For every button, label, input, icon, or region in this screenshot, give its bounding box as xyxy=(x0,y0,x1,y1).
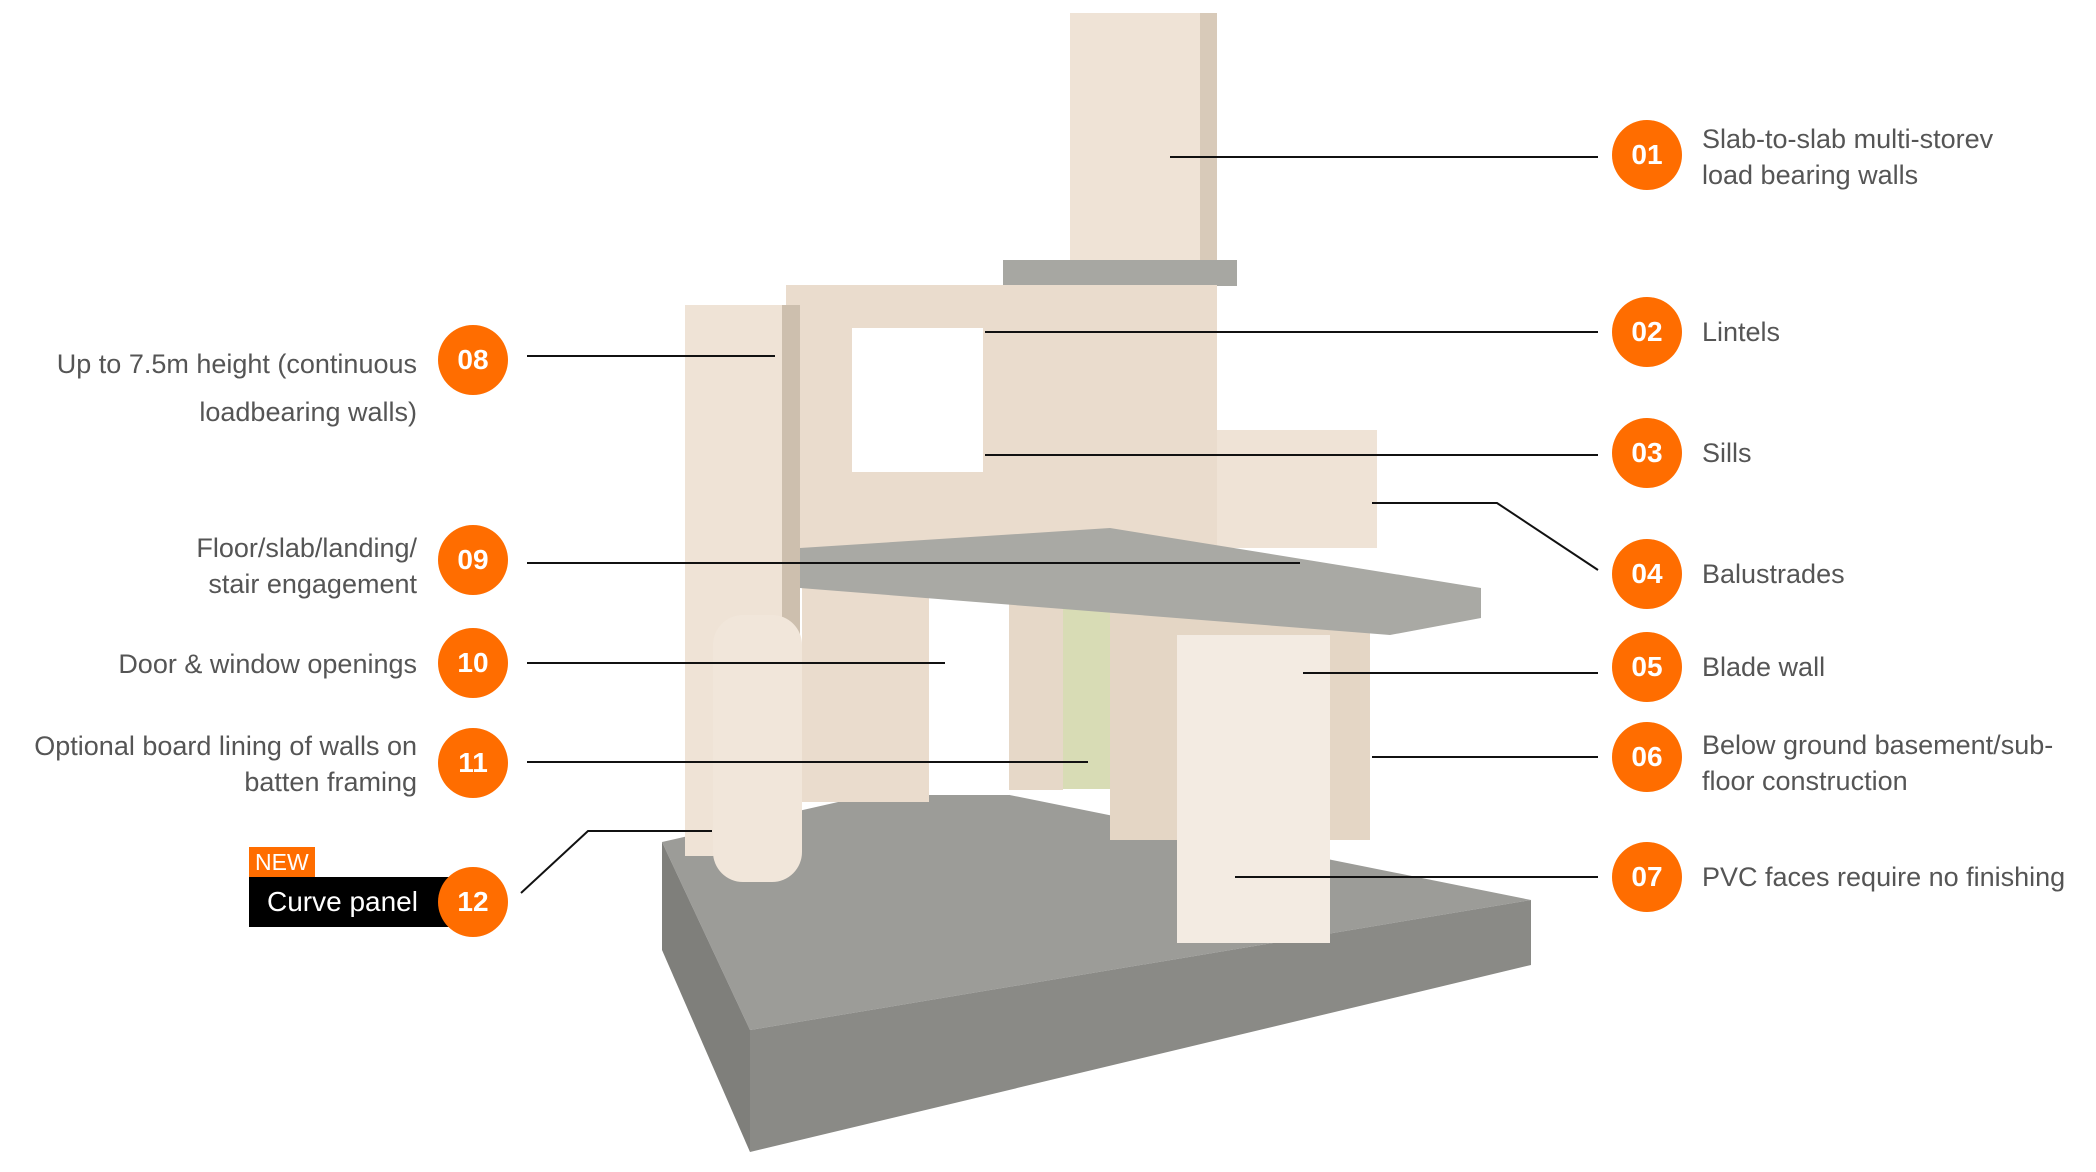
callout-badge-02: 02 xyxy=(1612,297,1682,367)
callout-badge-01: 01 xyxy=(1612,120,1682,190)
callout-label-11: Optional board lining of walls on batten… xyxy=(34,731,417,797)
tall-wall xyxy=(1070,13,1217,263)
callout-badge-03: 03 xyxy=(1612,418,1682,488)
balustrade-wall xyxy=(1217,430,1377,548)
callout-label-05: Blade wall xyxy=(1702,652,1826,682)
callout-label-04: Balustrades xyxy=(1702,559,1845,589)
callout-label-03: Sills xyxy=(1702,438,1752,468)
callout-badge-11: 11 xyxy=(438,728,508,798)
upper-slab xyxy=(1003,260,1237,286)
callout-label-09: Floor/slab/landing/ stair engagement xyxy=(196,533,417,599)
callout-label-08: Up to 7.5m height (continuous loadbearin… xyxy=(56,349,417,427)
curve-panel xyxy=(713,615,802,882)
callout-label-02: Lintels xyxy=(1702,317,1781,347)
callout-badge-10: 10 xyxy=(438,628,508,698)
callout-label-07: PVC faces require no finishing xyxy=(1702,862,2066,892)
new-tag: NEW xyxy=(249,847,315,877)
middle-wall xyxy=(786,285,1217,562)
lower-wall xyxy=(802,575,929,802)
callout-label-01: Slab-to-slab multi-storev load bearing w… xyxy=(1702,124,1994,190)
callout-label-06: Below ground basement/sub-floor construc… xyxy=(1702,730,2054,796)
callout-label-10: Door & window openings xyxy=(118,649,417,679)
callout-badge-05: 05 xyxy=(1612,632,1682,702)
callout-badge-12: 12 xyxy=(438,867,508,937)
blade-wall xyxy=(1177,635,1330,943)
window-opening xyxy=(852,328,983,472)
callout-badge-08: 08 xyxy=(438,325,508,395)
callout-badge-07: 07 xyxy=(1612,842,1682,912)
callout-badge-09: 09 xyxy=(438,525,508,595)
callout-badge-06: 06 xyxy=(1612,722,1682,792)
callout-badge-04: 04 xyxy=(1612,539,1682,609)
